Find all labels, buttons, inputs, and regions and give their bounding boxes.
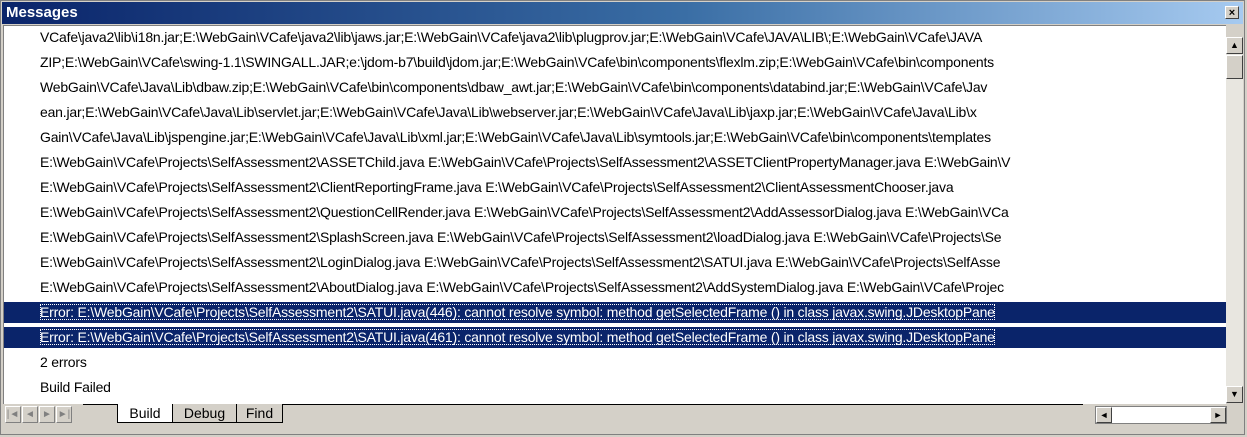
message-text: E:\WebGain\VCafe\Projects\SelfAssessment… [40,204,1009,220]
message-text: ean.jar;E:\WebGain\VCafe\Java\Lib\servle… [40,104,977,120]
message-line[interactable]: ZIP;E:\WebGain\VCafe\swing-1.1\SWINGALL.… [4,52,1226,73]
message-line[interactable]: WebGain\VCafe\Java\Lib\dbaw.zip;E:\WebGa… [4,77,1226,98]
first-tab-icon[interactable]: |◄ [5,406,21,423]
window-title: Messages [6,4,78,21]
message-text: 2 errors [40,354,87,370]
prev-tab-icon[interactable]: ◄ [22,406,38,423]
message-text: Gain\VCafe\Java\Lib\jspengine.jar;E:\Web… [40,129,991,145]
message-line[interactable]: E:\WebGain\VCafe\Projects\SelfAssessment… [4,177,1226,198]
tab-strip: Build Debug Find [83,404,1083,427]
message-line[interactable]: E:\WebGain\VCafe\Projects\SelfAssessment… [4,152,1226,173]
message-text: ZIP;E:\WebGain\VCafe\swing-1.1\SWINGALL.… [40,54,994,70]
message-text: E:\WebGain\VCafe\Projects\SelfAssessment… [40,229,1002,245]
bottom-bar: |◄ ◄ ► ►| Build Debug Find ◄ ► [3,404,1243,432]
message-line[interactable]: E:\WebGain\VCafe\Projects\SelfAssessment… [4,252,1226,273]
scroll-thumb[interactable] [1226,55,1243,79]
message-line[interactable]: Build Failed [4,377,1226,398]
scroll-down-icon[interactable]: ▼ [1226,386,1243,403]
error-message-line[interactable]: Error: E:\WebGain\VCafe\Projects\SelfAss… [4,302,1226,323]
message-line[interactable]: Gain\VCafe\Java\Lib\jspengine.jar;E:\Web… [4,127,1226,148]
tab-debug[interactable]: Debug [173,404,237,423]
message-line[interactable]: VCafe\java2\lib\i18n.jar;E:\WebGain\VCaf… [4,27,1226,48]
tab-build[interactable]: Build [117,404,173,423]
message-text: Build Failed [40,379,111,395]
messages-window: Messages × VCafe\java2\lib\i18n.jar;E:\W… [0,0,1245,435]
message-line[interactable]: E:\WebGain\VCafe\Projects\SelfAssessment… [4,227,1226,248]
message-line[interactable]: 2 errors [4,352,1226,373]
scroll-right-icon[interactable]: ► [1210,407,1226,423]
message-text: Error: E:\WebGain\VCafe\Projects\SelfAss… [40,329,995,345]
title-bar[interactable]: Messages × [2,2,1243,24]
tab-find[interactable]: Find [237,404,283,423]
scroll-left-icon[interactable]: ◄ [1096,407,1112,423]
message-text: E:\WebGain\VCafe\Projects\SelfAssessment… [40,179,954,195]
message-text: E:\WebGain\VCafe\Projects\SelfAssessment… [40,279,1004,295]
next-tab-icon[interactable]: ► [39,406,55,423]
last-tab-icon[interactable]: ►| [56,406,72,423]
vertical-scrollbar[interactable]: ▲ ▼ [1226,37,1243,403]
message-line[interactable]: ean.jar;E:\WebGain\VCafe\Java\Lib\servle… [4,102,1226,123]
close-icon[interactable]: × [1225,6,1239,19]
message-text: E:\WebGain\VCafe\Projects\SelfAssessment… [40,254,1001,270]
horizontal-scrollbar[interactable]: ◄ ► [1095,406,1227,424]
message-text: Error: E:\WebGain\VCafe\Projects\SelfAss… [40,304,995,320]
message-text: WebGain\VCafe\Java\Lib\dbaw.zip;E:\WebGa… [40,79,988,95]
message-text: VCafe\java2\lib\i18n.jar;E:\WebGain\VCaf… [40,29,983,45]
error-message-line[interactable]: Error: E:\WebGain\VCafe\Projects\SelfAss… [4,327,1226,348]
messages-list[interactable]: VCafe\java2\lib\i18n.jar;E:\WebGain\VCaf… [3,25,1226,404]
message-text: E:\WebGain\VCafe\Projects\SelfAssessment… [40,154,1011,170]
message-line[interactable]: E:\WebGain\VCafe\Projects\SelfAssessment… [4,202,1226,223]
message-line[interactable]: E:\WebGain\VCafe\Projects\SelfAssessment… [4,277,1226,298]
scroll-up-icon[interactable]: ▲ [1226,37,1243,54]
